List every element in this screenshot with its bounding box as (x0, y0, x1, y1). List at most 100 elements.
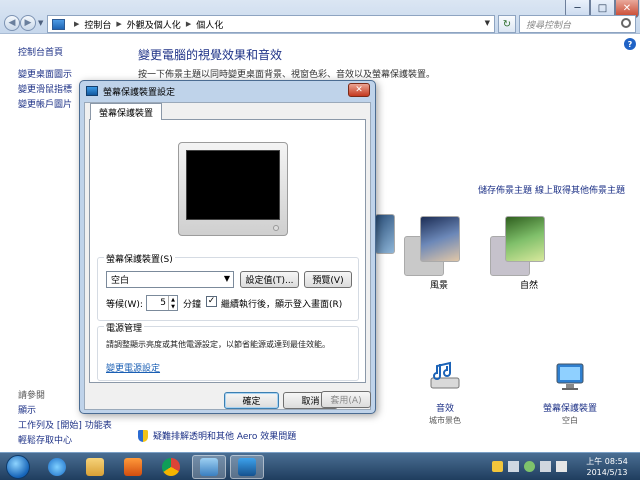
keyboard-icon[interactable] (508, 461, 519, 472)
troubleshoot-aero-label: 疑難排解透明和其他 Aero 效果問題 (153, 432, 297, 442)
wait-unit-label: 分鐘 (183, 300, 202, 310)
change-mouse-pointers-link[interactable]: 變更滑鼠指標 (18, 82, 72, 95)
see-also-display-link[interactable]: 顯示 (18, 403, 36, 416)
screen-saver-group: 螢幕保護裝置(S) 空白 ▼ 設定值(T)... 預覽(V) 等候(W): 5 … (97, 252, 359, 321)
search-icon (621, 18, 631, 28)
monitor-icon (238, 458, 256, 476)
change-account-picture-link[interactable]: 變更帳戶圖片 (18, 97, 72, 110)
theme-image-landscapes[interactable] (420, 216, 460, 262)
troubleshoot-aero-link[interactable]: 疑難排解透明和其他 Aero 效果問題 (138, 429, 296, 442)
title-bar: ─ □ ✕ ◀ ▶ ▼ ▶ 控制台 ▶ 外觀及個人化 ▶ 個人化 ▼ ↻ 搜尋控… (0, 0, 640, 34)
stepper-arrows-icon[interactable]: ▲ ▼ (168, 296, 177, 310)
wait-minutes-stepper[interactable]: 5 ▲ ▼ (146, 295, 178, 311)
screen-saver-select-value: 空白 (111, 276, 130, 286)
screen-saver-group-label: 螢幕保護裝置(S) (104, 252, 175, 265)
change-power-settings-link[interactable]: 變更電源設定 (106, 361, 160, 374)
clock[interactable]: 上午 08:54 2014/5/13 (581, 456, 633, 478)
search-input[interactable]: 搜尋控制台 (519, 15, 636, 33)
screen-saver-select[interactable]: 空白 ▼ (106, 271, 234, 288)
refresh-button[interactable]: ↻ (498, 15, 516, 33)
volume-icon[interactable] (556, 461, 567, 472)
chrome-icon (162, 458, 180, 476)
screen-saver-title: 螢幕保護裝置 (542, 404, 597, 414)
page-description: 按一下佈景主題以同時變更桌面背景、視窗色彩、音效以及螢幕保護裝置。 (138, 70, 436, 80)
taskbar-media-player[interactable] (116, 455, 150, 479)
taskbar-file-explorer[interactable] (78, 455, 112, 479)
taskbar-screen-saver-settings[interactable] (230, 455, 264, 479)
search-placeholder: 搜尋控制台 (526, 20, 572, 31)
sounds-item[interactable]: 音效 城市景色 (420, 360, 470, 426)
history-dropdown-icon[interactable]: ▼ (38, 19, 43, 27)
screen-saver-settings-dialog: 螢幕保護裝置設定 ✕ 螢幕保護裝置 螢幕保護裝置(S) 空白 ▼ 設定值(T).… (79, 80, 376, 414)
control-panel-home-link[interactable]: 控制台首頁 (18, 45, 63, 58)
see-also-taskbar-link[interactable]: 工作列及 [開始] 功能表 (18, 418, 112, 431)
dialog-title-bar[interactable]: 螢幕保護裝置設定 ✕ (80, 81, 375, 101)
breadcrumb-separator-icon: ▶ (116, 20, 122, 28)
back-button[interactable]: ◀ (4, 15, 20, 31)
monitor-preview (178, 142, 288, 236)
power-management-description: 請調整顯示亮度或其他電源設定，以節省能源或達到最佳效能。 (106, 340, 330, 349)
breadcrumb-separator-icon: ▶ (185, 20, 192, 28)
breadcrumb-separator-icon: ▶ (74, 20, 80, 28)
system-tray: 上午 08:54 2014/5/13 (470, 453, 640, 480)
chevron-down-icon: ▼ (223, 274, 230, 283)
power-management-group: 電源管理 請調整顯示亮度或其他電源設定，以節省能源或達到最佳效能。 變更電源設定 (97, 321, 359, 381)
get-more-themes-link[interactable]: 線上取得其他佈景主題 (535, 183, 625, 196)
wait-minutes-value: 5 (160, 298, 166, 308)
shield-icon (138, 429, 148, 442)
theme-image-nature[interactable] (505, 216, 545, 262)
sound-icon (430, 361, 460, 389)
resume-logon-checkbox[interactable]: ✓ (206, 296, 217, 307)
wait-label: 等候(W): (106, 300, 143, 310)
settings-button[interactable]: 設定值(T)... (240, 271, 299, 288)
power-management-group-label: 電源管理 (104, 321, 145, 334)
sounds-title: 音效 (435, 404, 454, 414)
theme-thumbnail-partial[interactable] (375, 214, 395, 254)
dialog-title: 螢幕保護裝置設定 (103, 87, 176, 98)
control-panel-icon (200, 458, 218, 476)
flag-icon[interactable] (540, 461, 551, 472)
theme-label-nature: 自然 (520, 281, 539, 291)
forward-button[interactable]: ▶ (20, 15, 36, 31)
action-center-icon[interactable] (492, 461, 503, 472)
sounds-subtitle: 城市景色 (429, 416, 461, 425)
page-title: 變更電腦的視覺效果和音效 (138, 48, 283, 62)
address-dropdown-icon[interactable]: ▼ (485, 19, 490, 27)
dialog-body: 螢幕保護裝置 螢幕保護裝置(S) 空白 ▼ 設定值(T)... 預覽(V) 等候… (84, 102, 371, 410)
resume-logon-label[interactable]: 繼續執行後，顯示登入畫面(R) (221, 297, 342, 310)
screen-saver-subtitle: 空白 (562, 416, 578, 425)
ok-button[interactable]: 確定 (224, 392, 279, 409)
apply-button: 套用(A) (321, 391, 371, 408)
tab-screen-saver[interactable]: 螢幕保護裝置 (90, 103, 163, 120)
taskbar-control-panel[interactable] (192, 455, 226, 479)
breadcrumb-appearance[interactable]: 外觀及個人化 (127, 18, 181, 31)
breadcrumb-control-panel[interactable]: 控制台 (84, 18, 111, 31)
folder-icon (86, 458, 104, 476)
help-icon[interactable]: ? (624, 38, 636, 50)
preview-screen (186, 150, 280, 220)
control-panel-icon (52, 18, 65, 30)
monitor-icon (86, 86, 98, 96)
save-theme-link[interactable]: 儲存佈景主題 (478, 183, 532, 196)
change-desktop-icons-link[interactable]: 變更桌面圖示 (18, 67, 72, 80)
media-player-icon (124, 458, 142, 476)
taskbar-chrome[interactable] (154, 455, 188, 479)
screen-saver-icon (556, 363, 584, 390)
see-also-ease-of-access-link[interactable]: 輕鬆存取中心 (18, 433, 72, 446)
start-button[interactable] (6, 455, 30, 479)
taskbar-internet-explorer[interactable] (40, 455, 74, 479)
clock-date: 2014/5/13 (586, 468, 628, 477)
internet-explorer-icon (48, 458, 66, 476)
tab-panel: 螢幕保護裝置(S) 空白 ▼ 設定值(T)... 預覽(V) 等候(W): 5 … (89, 119, 366, 383)
theme-label-landscapes: 風景 (430, 281, 449, 291)
breadcrumb-personalization[interactable]: 個人化 (196, 18, 223, 31)
theme-list: 風景 自然 (375, 210, 555, 291)
address-bar[interactable]: ▶ 控制台 ▶ 外觀及個人化 ▶ 個人化 ▼ (47, 15, 495, 33)
dialog-close-button[interactable]: ✕ (348, 83, 370, 97)
power-led-icon (273, 225, 279, 231)
preview-button[interactable]: 預覽(V) (304, 271, 352, 288)
network-icon[interactable] (524, 461, 535, 472)
screen-saver-item[interactable]: 螢幕保護裝置 空白 (535, 360, 605, 426)
taskbar: 上午 08:54 2014/5/13 (0, 452, 640, 480)
clock-time: 上午 08:54 (586, 457, 628, 466)
